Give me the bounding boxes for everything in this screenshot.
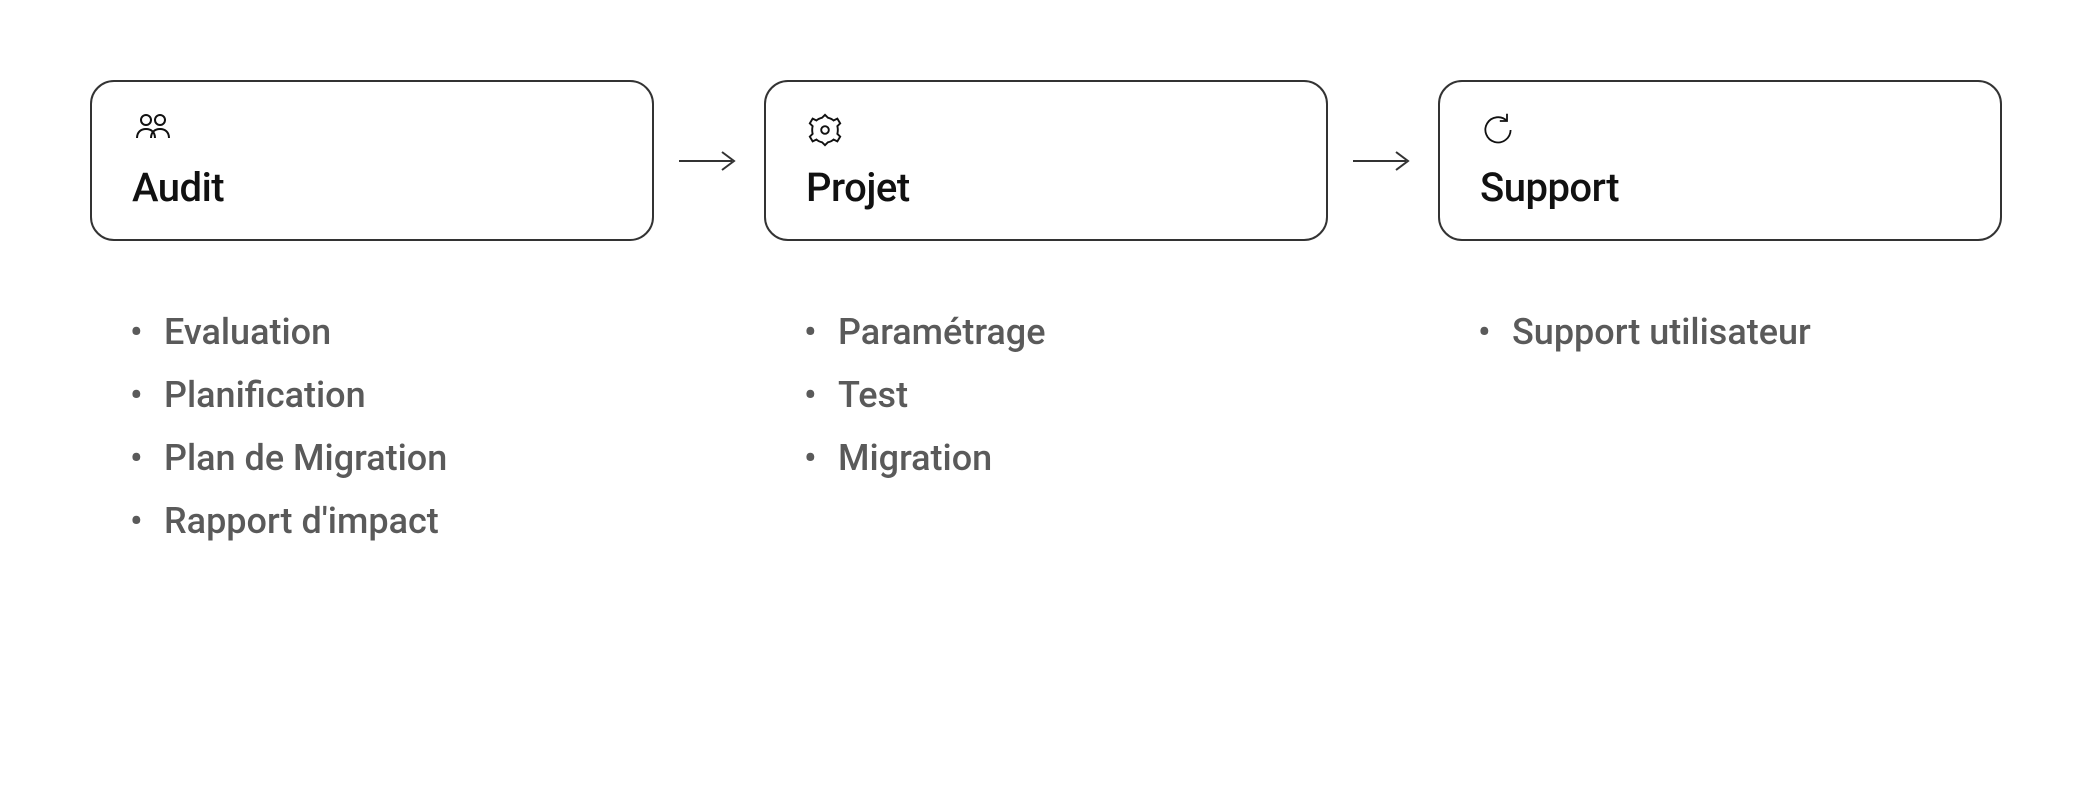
gear-icon: [806, 110, 846, 150]
list-item: Support utilisateur: [1478, 301, 2002, 364]
process-bullets-row: Evaluation Planification Plan de Migrati…: [90, 301, 2002, 553]
spacer: [1348, 301, 1418, 553]
spacer: [674, 301, 744, 553]
step-card-audit: Audit: [90, 80, 654, 241]
bullets-projet: Paramétrage Test Migration: [764, 301, 1328, 553]
list-item: Migration: [804, 427, 1328, 490]
bullets-support: Support utilisateur: [1438, 301, 2002, 553]
process-flow-row: Audit Projet Support: [90, 80, 2002, 241]
list-item: Planification: [130, 364, 654, 427]
step-title: Audit: [132, 164, 612, 211]
step-title: Support: [1480, 164, 1960, 211]
step-card-support: Support: [1438, 80, 2002, 241]
list-item: Rapport d'impact: [130, 490, 654, 553]
refresh-icon: [1480, 110, 1520, 150]
list-item: Test: [804, 364, 1328, 427]
arrow-icon: [674, 149, 744, 173]
step-title: Projet: [806, 164, 1286, 211]
bullets-audit: Evaluation Planification Plan de Migrati…: [90, 301, 654, 553]
list-item: Plan de Migration: [130, 427, 654, 490]
people-icon: [132, 110, 172, 150]
arrow-icon: [1348, 149, 1418, 173]
step-card-projet: Projet: [764, 80, 1328, 241]
list-item: Paramétrage: [804, 301, 1328, 364]
list-item: Evaluation: [130, 301, 654, 364]
